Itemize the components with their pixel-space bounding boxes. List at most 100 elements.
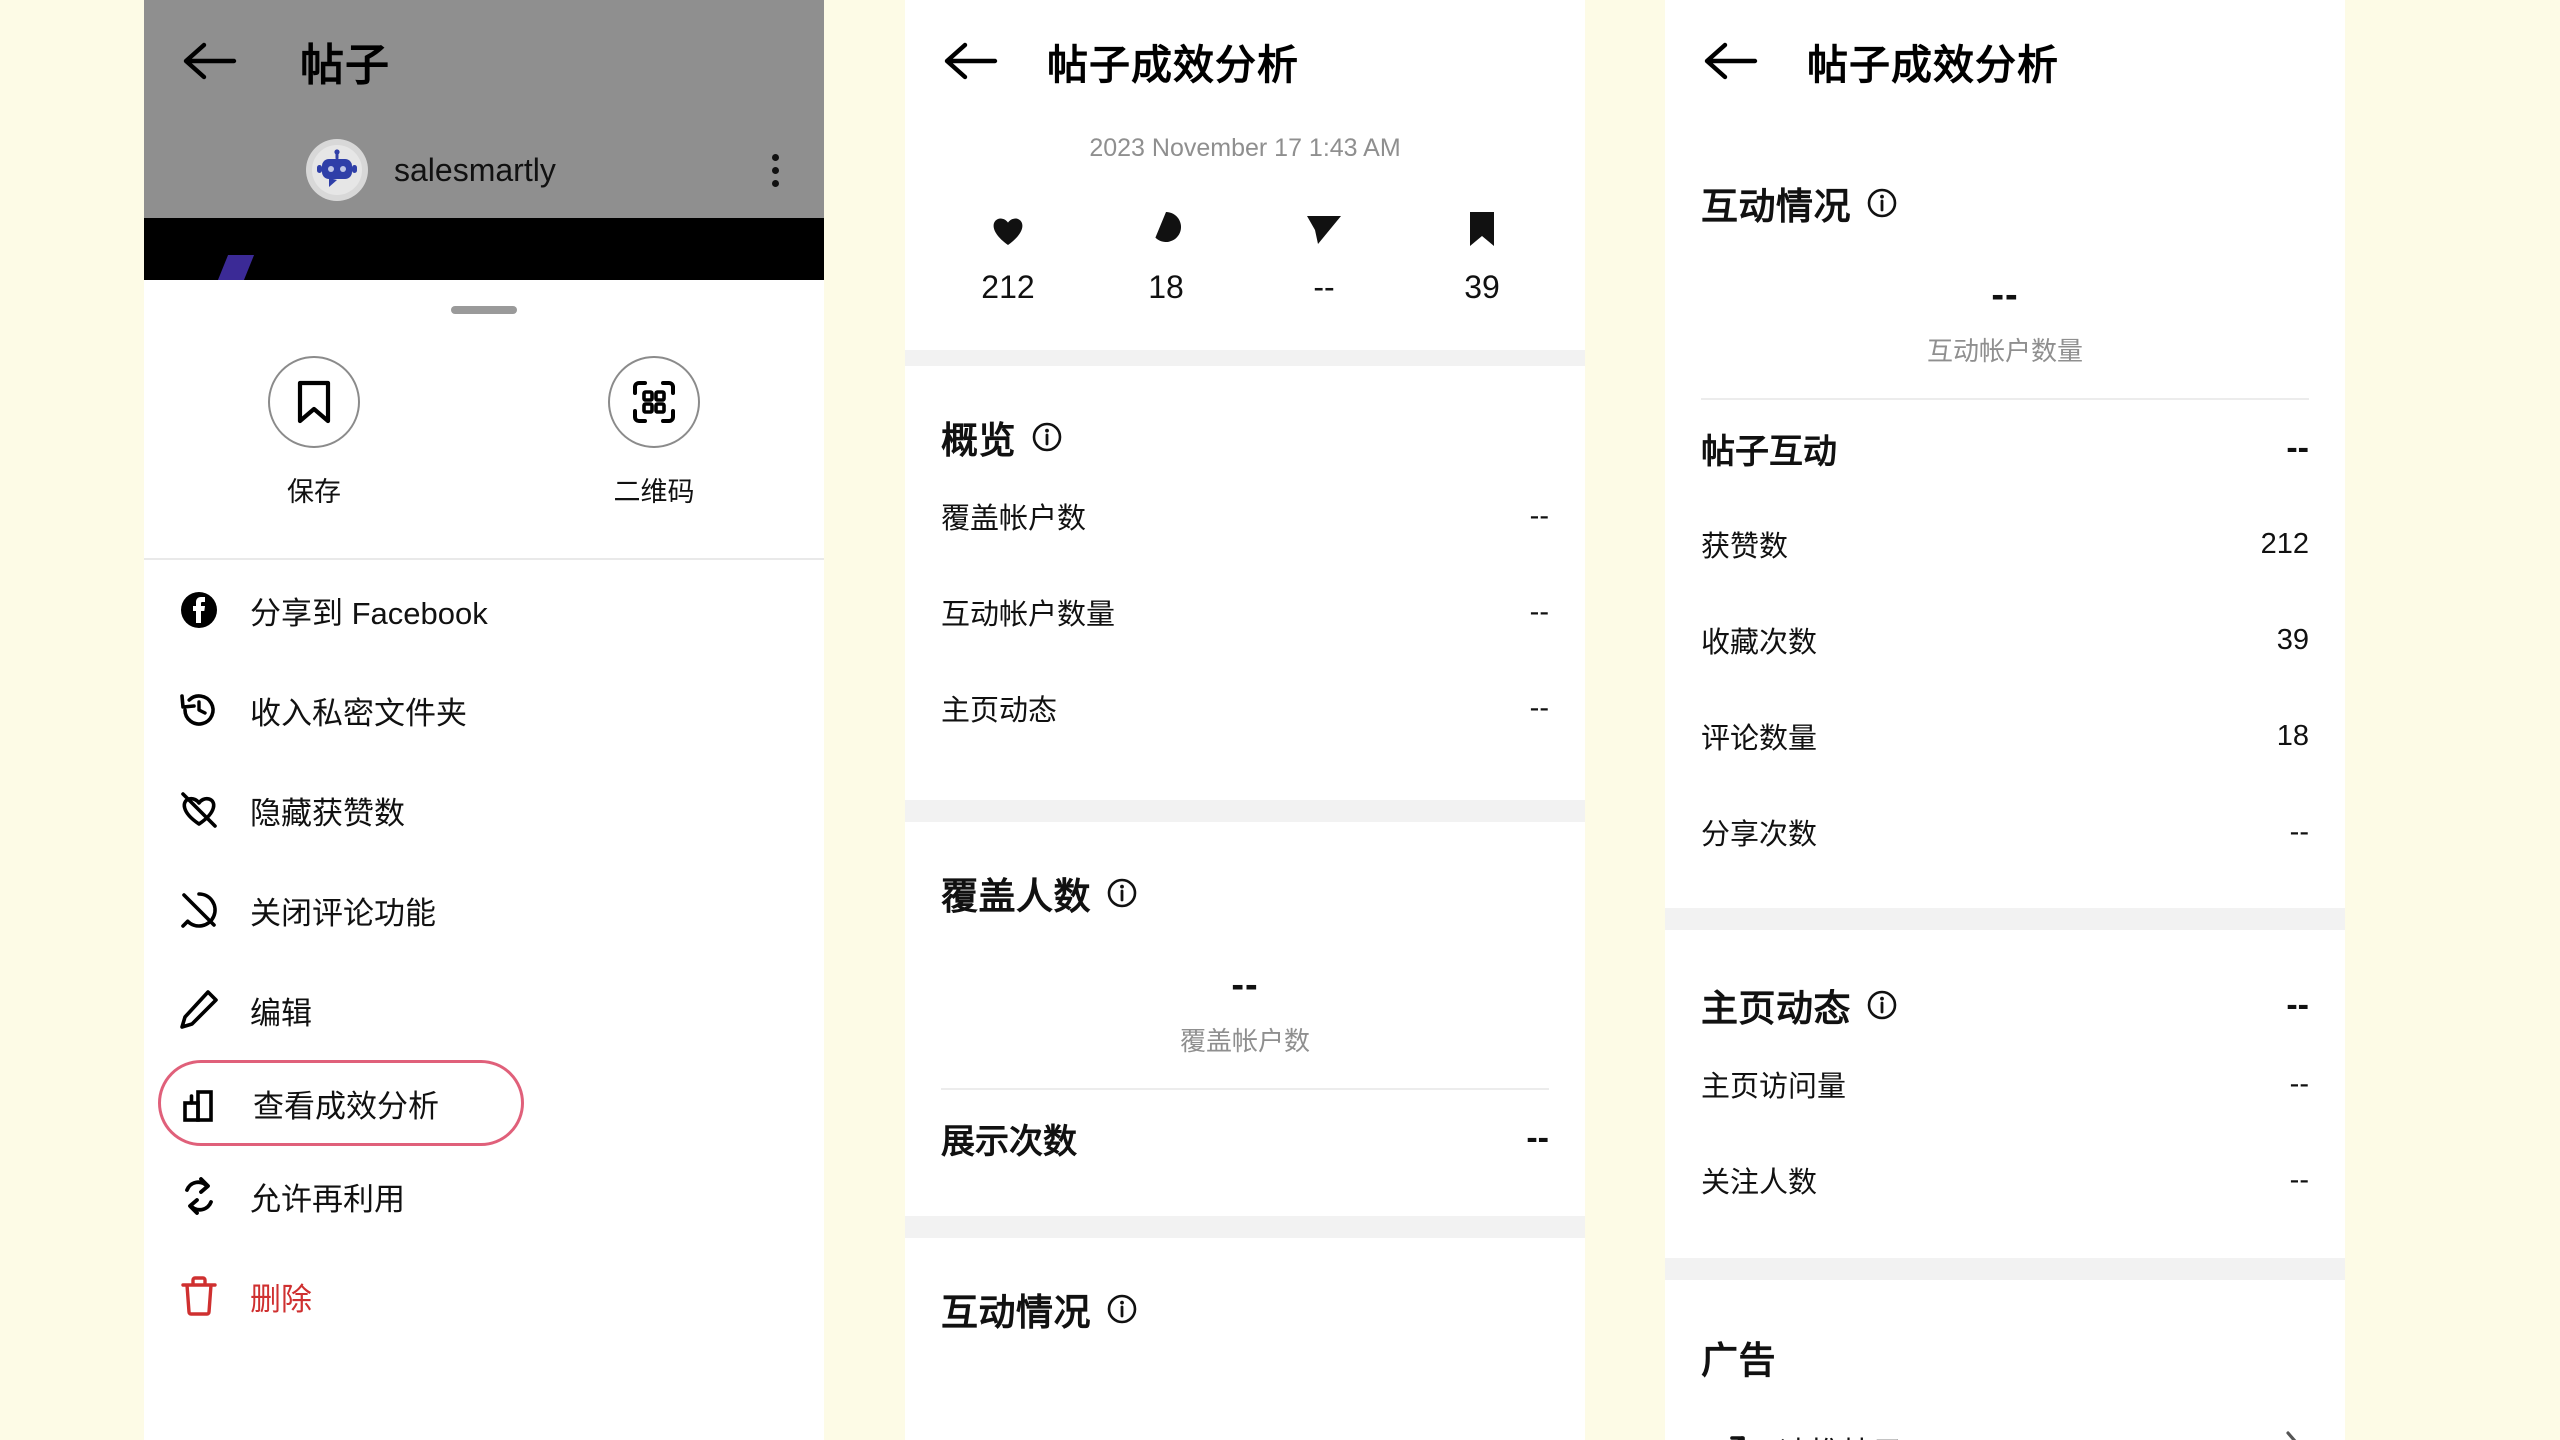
row-label: 评论数量 xyxy=(1701,723,1818,755)
sheet-grabber-handle[interactable] xyxy=(451,306,517,314)
menu-item-label: 编辑 xyxy=(250,995,312,1031)
row-label: 互动帐户数量 xyxy=(941,599,1116,631)
boost-post-label: 速推帖子 xyxy=(1779,1428,2283,1440)
insights-panel-bottom: 帖子成效分析 互动情况 -- 互动帐户数量 帖子互动 -- 获赞数 212 收藏… xyxy=(1665,0,2345,1440)
overview-row: 覆盖帐户数 -- xyxy=(941,468,1549,564)
comment-slash-icon xyxy=(170,881,228,939)
menu-item-hide-likes[interactable]: 隐藏获赞数 xyxy=(144,760,824,860)
page-title: 帖子成效分析 xyxy=(1047,42,1299,88)
more-options-icon[interactable] xyxy=(770,153,780,187)
menu-item-label: 收入私密文件夹 xyxy=(250,695,467,731)
insights-panel-top: 帖子成效分析 2023 November 17 1:43 AM 212 18 -… xyxy=(905,0,1585,1440)
comment-icon xyxy=(1147,207,1185,251)
reach-big-stat: -- 覆盖帐户数 xyxy=(941,924,1549,1088)
menu-item-label: 关闭评论功能 xyxy=(250,895,436,931)
post-timestamp: 2023 November 17 1:43 AM xyxy=(1089,134,1401,162)
reach-header: 覆盖人数 xyxy=(941,822,1549,924)
row-value: -- xyxy=(1526,1118,1549,1157)
info-icon[interactable] xyxy=(1032,422,1062,452)
info-icon[interactable] xyxy=(1867,188,1897,218)
engagement-row: 收藏次数 39 xyxy=(1701,592,2309,688)
quick-actions-row: 保存 二维码 xyxy=(144,336,824,536)
row-value: 39 xyxy=(2276,623,2309,656)
row-label: 获赞数 xyxy=(1701,531,1789,563)
info-icon[interactable] xyxy=(1867,990,1897,1020)
counter-value: 39 xyxy=(1464,269,1500,305)
counter-comments: 18 xyxy=(1087,207,1245,306)
counter-saves: 39 xyxy=(1403,207,1561,306)
qr-code-icon xyxy=(608,356,700,448)
bar-chart-icon xyxy=(173,1074,231,1132)
menu-item-edit[interactable]: 编辑 xyxy=(144,960,824,1060)
profile-activity-row: 关注人数 -- xyxy=(1701,1132,2309,1228)
row-value: -- xyxy=(1529,691,1549,724)
big-stat-label: 互动帐户数量 xyxy=(1926,336,2083,366)
row-value: -- xyxy=(1529,499,1549,532)
overview-row: 互动帐户数量 -- xyxy=(941,564,1549,660)
post-engagement-summary-row: 帖子互动 -- xyxy=(1701,400,2309,496)
section-separator xyxy=(1665,1258,2345,1280)
engagement-row: 评论数量 18 xyxy=(1701,688,2309,784)
info-icon[interactable] xyxy=(1107,1294,1137,1324)
page-title: 帖子 xyxy=(300,41,390,90)
ads-section: 广告 速推帖子 xyxy=(1665,1280,2345,1440)
menu-item-allow-remix[interactable]: 允许再利用 xyxy=(144,1146,824,1246)
row-value: 18 xyxy=(2276,719,2309,752)
post-topbar: 帖子 xyxy=(144,0,824,122)
quick-action-qr[interactable]: 二维码 xyxy=(484,336,824,536)
row-label: 帖子互动 xyxy=(1701,432,1837,471)
insights-topbar: 帖子成效分析 xyxy=(905,0,1585,122)
post-author-row[interactable]: salesmartly xyxy=(144,122,824,218)
row-label: 主页动态 xyxy=(941,695,1058,727)
avatar[interactable] xyxy=(306,139,368,201)
bookmark-icon xyxy=(1467,207,1497,251)
reach-section: 覆盖人数 -- 覆盖帐户数 展示次数 -- xyxy=(905,822,1585,1216)
row-label: 关注人数 xyxy=(1701,1167,1818,1199)
engagement-section: 互动情况 -- 互动帐户数量 帖子互动 -- 获赞数 212 收藏次数 39 评… xyxy=(1665,122,2345,908)
menu-item-share-facebook[interactable]: 分享到 Facebook xyxy=(144,560,824,660)
counter-likes: 212 xyxy=(929,207,1087,306)
menu-item-delete[interactable]: 删除 xyxy=(144,1246,824,1346)
back-arrow-icon[interactable] xyxy=(1701,38,1759,84)
pencil-icon xyxy=(170,981,228,1039)
section-title: 概览 xyxy=(941,420,1016,461)
info-icon[interactable] xyxy=(1107,878,1137,908)
boost-post-row[interactable]: 速推帖子 xyxy=(1701,1398,2309,1440)
post-author-name: salesmartly xyxy=(394,151,556,188)
counter-shares: -- xyxy=(1245,207,1403,306)
engagement-big-stat: -- 互动帐户数量 xyxy=(1701,234,2309,398)
menu-item-label: 分享到 Facebook xyxy=(250,595,488,631)
quick-action-save[interactable]: 保存 xyxy=(144,336,484,536)
row-value: -- xyxy=(2289,815,2309,848)
engagement-section-partial: 互动情况 xyxy=(905,1238,1585,1340)
row-label: 收藏次数 xyxy=(1701,627,1818,659)
menu-item-turn-off-comments[interactable]: 关闭评论功能 xyxy=(144,860,824,960)
counter-value: 18 xyxy=(1148,269,1184,305)
section-title: 互动情况 xyxy=(1701,186,1851,227)
back-arrow-icon[interactable] xyxy=(941,38,999,84)
page-title: 帖子成效分析 xyxy=(1807,42,2059,88)
menu-item-view-insights[interactable]: 查看成效分析 xyxy=(158,1060,524,1146)
engagement-header: 互动情况 xyxy=(1701,122,2309,234)
quick-action-label: 保存 xyxy=(287,477,341,507)
heart-slash-icon xyxy=(170,781,228,839)
menu-item-archive[interactable]: 收入私密文件夹 xyxy=(144,660,824,760)
section-title: 广告 xyxy=(1701,1340,1776,1381)
big-stat-value: -- xyxy=(1991,274,2019,316)
counter-value: -- xyxy=(1313,269,1335,305)
post-options-menu: 分享到 Facebook 收入私密文件夹 隐藏获赞数 关闭评论功能 编辑 查看成… xyxy=(144,560,824,1346)
insights-topbar: 帖子成效分析 xyxy=(1665,0,2345,122)
row-label: 分享次数 xyxy=(1701,819,1818,851)
remix-loop-icon xyxy=(170,1167,228,1225)
ads-header: 广告 xyxy=(1701,1280,2309,1398)
section-title: 覆盖人数 xyxy=(941,876,1091,917)
section-title: 互动情况 xyxy=(941,1292,1091,1333)
profile-activity-row: 主页访问量 -- xyxy=(1701,1036,2309,1132)
menu-item-label: 删除 xyxy=(250,1281,312,1317)
menu-item-label: 允许再利用 xyxy=(250,1181,405,1217)
section-title: 主页动态 xyxy=(1701,988,1851,1029)
profile-activity-section: 主页动态 -- 主页访问量 -- 关注人数 -- xyxy=(1665,930,2345,1258)
row-value: -- xyxy=(2289,1067,2309,1100)
back-arrow-icon[interactable] xyxy=(180,38,238,84)
row-value: -- xyxy=(2286,428,2309,467)
